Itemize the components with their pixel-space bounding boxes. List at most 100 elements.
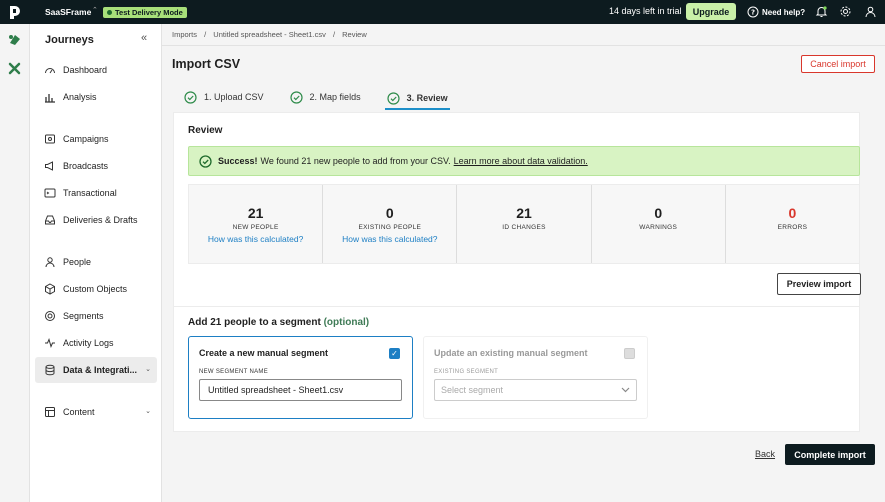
check-circle-icon — [289, 90, 303, 104]
cancel-import-button[interactable]: Cancel import — [801, 55, 875, 73]
sidebar-item-label: Data & Integrati... — [63, 365, 138, 375]
help-button[interactable]: ? Need help? — [747, 6, 805, 18]
stat-label: EXISTING PEOPLE — [358, 224, 422, 231]
select-placeholder: Select segment — [441, 385, 504, 395]
stat-label: ID CHANGES — [502, 224, 546, 231]
sidebar-item-analysis[interactable]: Analysis — [35, 84, 157, 110]
gauge-icon — [45, 68, 55, 74]
segment-name-input[interactable]: Untitled spreadsheet - Sheet1.csv — [199, 379, 402, 401]
stat-value: 0 — [788, 205, 797, 221]
journeys-app-icon[interactable] — [7, 33, 23, 47]
sidebar-item-label: Dashboard — [63, 65, 108, 75]
sidebar-title: Journeys — [45, 34, 94, 46]
sidebar-item-people[interactable]: People — [35, 249, 157, 275]
notifications-bell-icon[interactable] — [815, 5, 828, 18]
preview-import-button[interactable]: Preview import — [777, 273, 861, 295]
sidebar-item-deliveries[interactable]: Deliveries & Drafts — [35, 207, 157, 233]
existing-segment-select[interactable]: Select segment — [434, 379, 637, 401]
sidebar-item-label: Custom Objects — [63, 284, 128, 294]
stat-value: 0 — [654, 205, 663, 221]
step-upload-csv[interactable]: 1. Upload CSV — [182, 86, 266, 108]
new-segment-checkbox[interactable]: ✓ — [389, 348, 400, 359]
existing-segment-label: EXISTING SEGMENT — [434, 369, 499, 375]
step-label: 3. Review — [406, 93, 448, 103]
segment-heading-text: Add 21 people to a segment — [188, 317, 321, 328]
megaphone-icon — [45, 161, 53, 171]
breadcrumb-current: Review — [342, 30, 367, 39]
workspace-name[interactable]: SaaSFrame — [45, 7, 91, 17]
existing-segment-checkbox[interactable] — [624, 348, 635, 359]
breadcrumb-file[interactable]: Untitled spreadsheet - Sheet1.csv — [213, 30, 326, 39]
chevron-down-icon[interactable]: ⌄ — [145, 407, 151, 415]
review-card: Review Success! We found 21 new people t… — [173, 112, 861, 432]
how-calculated-link[interactable]: How was this calculated? — [323, 234, 456, 244]
stat-warnings: 0 WARNINGS — [592, 185, 726, 263]
header-divider — [162, 45, 885, 46]
bar-chart-icon — [45, 94, 55, 103]
check-circle-icon — [199, 154, 212, 168]
breadcrumb-separator: / — [204, 30, 207, 39]
test-mode-badge[interactable]: Test Delivery Mode — [103, 7, 187, 18]
collapse-sidebar-icon[interactable]: « — [141, 32, 147, 44]
breadcrumb: Imports / Untitled spreadsheet - Sheet1.… — [172, 30, 372, 39]
sidebar-item-custom-objects[interactable]: Custom Objects — [35, 276, 157, 302]
inbox-icon — [45, 215, 55, 225]
chevron-down-icon[interactable]: ⌄ — [145, 365, 151, 373]
sidebar-item-data-integrations[interactable]: Data & Integrati... ⌄ — [35, 357, 157, 383]
sidebar: Journeys « Dashboard Analysis Campaigns … — [30, 24, 162, 502]
campaign-icon — [45, 134, 55, 144]
data-validation-link[interactable]: Learn more about data validation. — [454, 156, 588, 166]
cube-icon — [45, 283, 55, 295]
sidebar-item-campaigns[interactable]: Campaigns — [35, 126, 157, 152]
app-logo-icon[interactable] — [8, 4, 22, 20]
stat-existing-people: 0 EXISTING PEOPLE How was this calculate… — [323, 185, 458, 263]
stat-label: WARNINGS — [639, 224, 678, 231]
step-review[interactable]: 3. Review — [384, 86, 450, 110]
new-segment-label: NEW SEGMENT NAME — [199, 369, 269, 375]
new-segment-title: Create a new manual segment — [199, 348, 329, 358]
user-account-icon[interactable] — [864, 5, 877, 18]
sidebar-item-label: Campaigns — [63, 134, 109, 144]
sidebar-item-label: Broadcasts — [63, 161, 109, 171]
breadcrumb-separator: / — [332, 30, 336, 39]
sidebar-item-activity-logs[interactable]: Activity Logs — [35, 330, 157, 356]
top-bar: SaaSFrame ⌃ Test Delivery Mode 14 days l… — [0, 0, 885, 24]
stat-label: NEW PEOPLE — [232, 224, 279, 231]
upgrade-button[interactable]: Upgrade — [686, 3, 736, 20]
status-dot-icon — [107, 10, 112, 15]
help-icon: ? — [747, 6, 759, 18]
step-map-fields[interactable]: 2. Map fields — [288, 86, 363, 108]
terminal-icon — [44, 188, 56, 198]
integrations-app-icon[interactable] — [8, 62, 21, 75]
segments-icon — [45, 311, 55, 321]
complete-import-button[interactable]: Complete import — [785, 444, 875, 465]
how-calculated-link[interactable]: How was this calculated? — [189, 234, 322, 244]
review-heading: Review — [188, 125, 223, 136]
alert-title: Success! — [218, 156, 258, 166]
stat-errors: 0 ERRORS — [726, 185, 859, 263]
help-label: Need help? — [762, 7, 806, 17]
sidebar-item-content[interactable]: Content ⌄ — [35, 399, 157, 425]
stat-label: ERRORS — [777, 224, 808, 231]
checkmark-icon: ✓ — [391, 349, 398, 358]
sidebar-item-transactional[interactable]: Transactional — [35, 180, 157, 206]
optional-label: (optional) — [323, 317, 370, 328]
sidebar-item-segments[interactable]: Segments — [35, 303, 157, 329]
sidebar-item-label: People — [63, 257, 92, 267]
back-button[interactable]: Back — [755, 449, 775, 459]
step-label: 1. Upload CSV — [204, 92, 264, 102]
step-label: 2. Map fields — [309, 92, 361, 102]
sidebar-item-label: Deliveries & Drafts — [63, 215, 138, 225]
settings-gear-icon[interactable] — [839, 5, 852, 18]
new-segment-option[interactable]: Create a new manual segment ✓ NEW SEGMEN… — [188, 336, 413, 419]
breadcrumb-imports[interactable]: Imports — [172, 30, 197, 39]
workspace-switcher-icon[interactable]: ⌃ — [92, 6, 98, 14]
sidebar-item-dashboard[interactable]: Dashboard — [35, 57, 157, 83]
svg-text:?: ? — [751, 9, 755, 17]
sidebar-item-label: Transactional — [63, 188, 117, 198]
existing-segment-option[interactable]: Update an existing manual segment EXISTI… — [423, 336, 648, 419]
trial-status: 14 days left in trial — [609, 6, 682, 16]
sidebar-item-broadcasts[interactable]: Broadcasts — [35, 153, 157, 179]
alert-message: We found 21 new people to add from your … — [260, 156, 451, 166]
chevron-down-icon — [621, 387, 630, 393]
